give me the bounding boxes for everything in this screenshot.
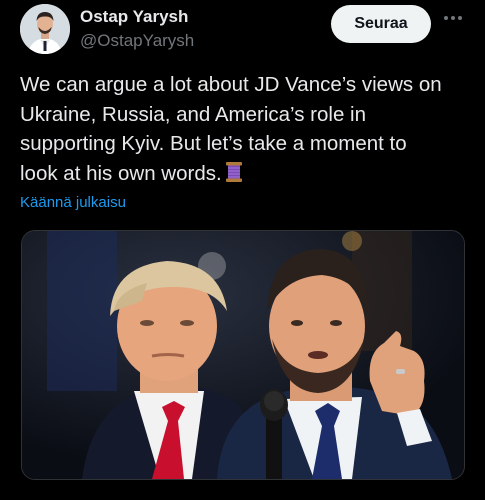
spool-of-thread-emoji-icon	[224, 161, 244, 192]
tweet-photo[interactable]	[21, 230, 465, 480]
tweet-text: We can argue a lot about JD Vance’s view…	[20, 70, 470, 191]
translate-post-link[interactable]: Käännä julkaisu	[20, 194, 126, 211]
author-handle[interactable]: @OstapYarysh	[80, 31, 194, 51]
avatar[interactable]	[20, 4, 70, 54]
more-dots-icon[interactable]	[441, 10, 465, 26]
author-display-name[interactable]: Ostap Yarysh	[80, 7, 188, 27]
tweet-header: Ostap Yarysh @OstapYarysh Seuraa	[0, 0, 485, 60]
follow-button[interactable]: Seuraa	[331, 5, 431, 43]
